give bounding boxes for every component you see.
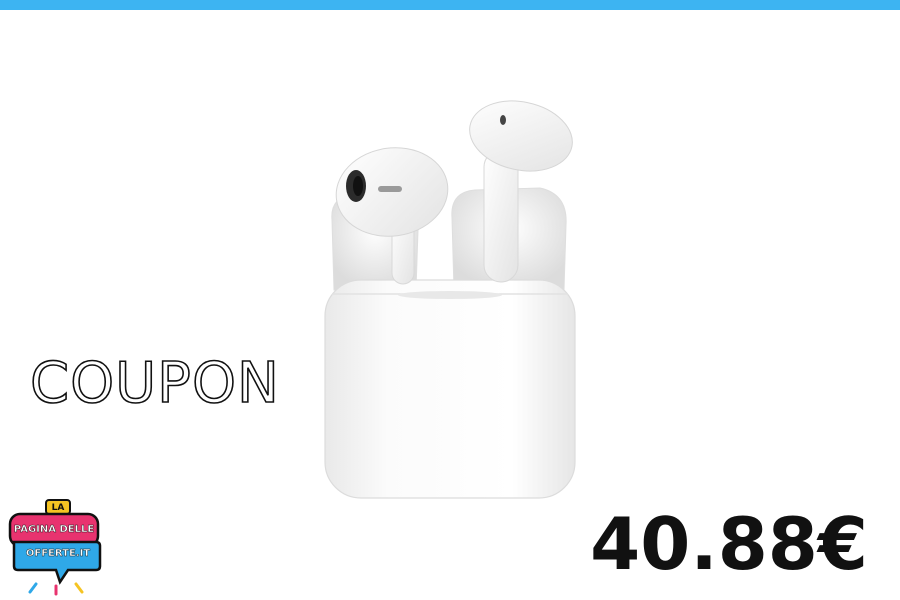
wireless-earbuds-case-icon — [324, 100, 576, 499]
logo-text-offerte: OFFERTE.IT — [25, 548, 91, 559]
top-accent-bar — [0, 0, 900, 10]
product-image — [300, 90, 600, 510]
coupon-label: COUPON — [29, 351, 280, 416]
logo-text-pagina-delle: PAGINA DELLE — [13, 524, 95, 535]
price-label: 40.88€ — [590, 502, 868, 586]
site-logo[interactable]: LA PAGINA DELLE OFFERTE.IT — [6, 499, 102, 596]
logo-text-la: LA — [51, 503, 65, 513]
